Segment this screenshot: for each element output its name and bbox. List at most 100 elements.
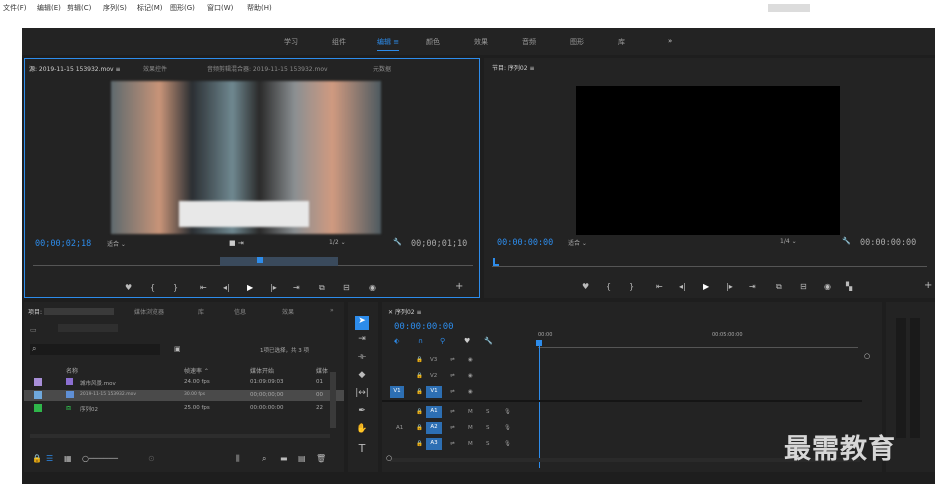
mute-button[interactable]: M: [468, 425, 473, 431]
mic-icon[interactable]: 🎙: [504, 409, 511, 415]
program-go-to-in-icon[interactable]: ⇤: [656, 282, 663, 291]
lock-track-icon[interactable]: 🔒: [416, 441, 423, 447]
mark-in-icon[interactable]: {: [150, 283, 155, 292]
program-playhead[interactable]: [493, 258, 499, 266]
source-playhead[interactable]: [257, 257, 263, 263]
sync-lock-icon[interactable]: ⇌: [450, 441, 455, 447]
source-patch-v1[interactable]: V1: [390, 386, 404, 398]
menu-clip[interactable]: 剪辑(C): [67, 3, 91, 13]
insert-nest-icon[interactable]: ⬖: [394, 337, 399, 345]
track-label[interactable]: A3: [426, 438, 442, 450]
selection-tool-icon[interactable]: ➤: [355, 316, 369, 330]
timeline-playhead[interactable]: [539, 342, 540, 468]
pen-tool-icon[interactable]: ✒: [355, 406, 369, 420]
solo-button[interactable]: S: [486, 441, 490, 447]
track-label[interactable]: V1: [426, 386, 442, 398]
extract-icon[interactable]: ⊟: [800, 282, 807, 291]
workspace-assembly[interactable]: 组件: [332, 37, 346, 47]
tab-program[interactable]: 节目: 序列02 ≡: [492, 63, 535, 72]
lock-track-icon[interactable]: 🔒: [416, 357, 423, 363]
solo-button[interactable]: S: [486, 409, 490, 415]
label-swatch[interactable]: [34, 391, 42, 399]
program-play-icon[interactable]: ▶: [703, 282, 709, 291]
mark-out-icon[interactable]: }: [173, 283, 178, 292]
time-ruler[interactable]: [538, 342, 858, 348]
menu-file[interactable]: 文件(F): [3, 3, 27, 13]
header-media-end[interactable]: 媒体: [316, 366, 328, 375]
program-mark-out-icon[interactable]: }: [629, 282, 634, 291]
insert-icon[interactable]: ⧉: [319, 283, 325, 293]
mute-button[interactable]: M: [468, 441, 473, 447]
label-swatch[interactable]: [34, 378, 42, 386]
sync-lock-icon[interactable]: ⇌: [450, 409, 455, 415]
timeline-timecode[interactable]: 00:00:00:00: [394, 322, 454, 332]
add-marker-icon[interactable]: ♥: [464, 337, 470, 345]
playhead-handle[interactable]: [536, 340, 542, 346]
sync-lock-icon[interactable]: ⇌: [450, 389, 455, 395]
zoom-slider-icon[interactable]: ○──────: [82, 454, 118, 463]
header-media-start[interactable]: 媒体开始: [250, 366, 274, 375]
track-label[interactable]: V3: [430, 357, 437, 363]
tab-audio-clip-mixer[interactable]: 音频剪辑混合器: 2019-11-15 153932.mov: [207, 64, 328, 73]
slip-tool-icon[interactable]: |↔|: [355, 388, 369, 402]
program-step-back-icon[interactable]: ◂|: [679, 282, 686, 291]
export-frame-icon[interactable]: ◉: [369, 283, 376, 292]
go-to-out-icon[interactable]: ⇥: [293, 283, 300, 292]
project-row[interactable]: 城市风景.mov 24.00 fps 01:09:09:03 01: [24, 377, 344, 388]
program-export-frame-icon[interactable]: ◉: [824, 282, 831, 291]
header-name[interactable]: 名称: [66, 366, 78, 375]
workspace-audio[interactable]: 音频: [522, 37, 536, 47]
track-label[interactable]: A2: [426, 422, 442, 434]
step-back-icon[interactable]: ◂|: [223, 283, 230, 292]
program-step-forward-icon[interactable]: |▸: [726, 282, 733, 291]
sort-icon[interactable]: ⊙: [148, 454, 155, 463]
workspace-graphics[interactable]: 图形: [570, 37, 584, 47]
tab-sequence[interactable]: ✕ 序列02 ≡: [388, 307, 422, 316]
add-button-icon[interactable]: +: [455, 281, 463, 292]
solo-button[interactable]: S: [486, 425, 490, 431]
project-row[interactable]: ⧈ 序列02 25.00 fps 00:00:00:00 22: [24, 403, 344, 414]
menu-help[interactable]: 帮助(H): [247, 3, 272, 13]
workspace-color[interactable]: 颜色: [426, 37, 440, 47]
program-scrubber[interactable]: [492, 266, 927, 267]
track-label[interactable]: V2: [430, 373, 437, 379]
lift-icon[interactable]: ⧉: [776, 282, 782, 292]
play-icon[interactable]: ▶: [247, 283, 253, 292]
tab-more-icon[interactable]: »: [330, 307, 334, 314]
project-row-selected[interactable]: 2019-11-15 153932.mov 30.00 fps 00;00;00…: [24, 390, 344, 401]
step-forward-icon[interactable]: |▸: [270, 283, 277, 292]
source-camera-icon[interactable]: ■ ⇥: [229, 239, 244, 247]
source-wrench-icon[interactable]: 🔧: [393, 238, 402, 246]
workspace-effects[interactable]: 效果: [474, 37, 488, 47]
menu-marker[interactable]: 标记(M): [137, 3, 163, 13]
tab-libraries[interactable]: 库: [198, 307, 204, 316]
program-mark-in-icon[interactable]: {: [606, 282, 611, 291]
menu-graphics[interactable]: 图形(G): [170, 3, 195, 13]
sync-lock-icon[interactable]: ⇌: [450, 357, 455, 363]
list-view-icon[interactable]: ☰: [46, 454, 53, 463]
source-timecode-in[interactable]: 00;00;02;18: [35, 239, 91, 249]
mic-icon[interactable]: 🎙: [504, 441, 511, 447]
workspace-editing[interactable]: 编辑 ≡: [377, 37, 400, 51]
tab-effect-controls[interactable]: 效果控件: [143, 64, 167, 73]
mic-icon[interactable]: 🎙: [504, 425, 511, 431]
comparison-view-icon[interactable]: ▚: [846, 282, 852, 291]
razor-tool-icon[interactable]: ◆: [355, 370, 369, 384]
header-frame-rate[interactable]: 帧速率 ⌃: [184, 366, 209, 375]
program-timecode-in[interactable]: 00:00:00:00: [497, 238, 553, 248]
tab-project[interactable]: 项目:: [28, 307, 42, 316]
find-icon[interactable]: ⌕: [262, 454, 266, 464]
av-divider[interactable]: [382, 400, 862, 402]
source-patch-a1[interactable]: A1: [396, 425, 403, 431]
menu-edit[interactable]: 编辑(E): [37, 3, 61, 13]
new-item-icon[interactable]: ▤: [298, 454, 306, 463]
program-go-to-out-icon[interactable]: ⇥: [749, 282, 756, 291]
tab-effects[interactable]: 效果: [282, 307, 294, 316]
marker-icon[interactable]: ♥: [125, 283, 132, 292]
menu-window[interactable]: 窗口(W): [207, 3, 233, 13]
snap-icon[interactable]: ∩: [418, 337, 423, 345]
sync-lock-icon[interactable]: ⇌: [450, 373, 455, 379]
source-fit-dropdown[interactable]: 适合 ⌄: [107, 239, 126, 248]
workspace-learn[interactable]: 学习: [284, 37, 298, 47]
source-in-out-range[interactable]: [220, 257, 338, 266]
